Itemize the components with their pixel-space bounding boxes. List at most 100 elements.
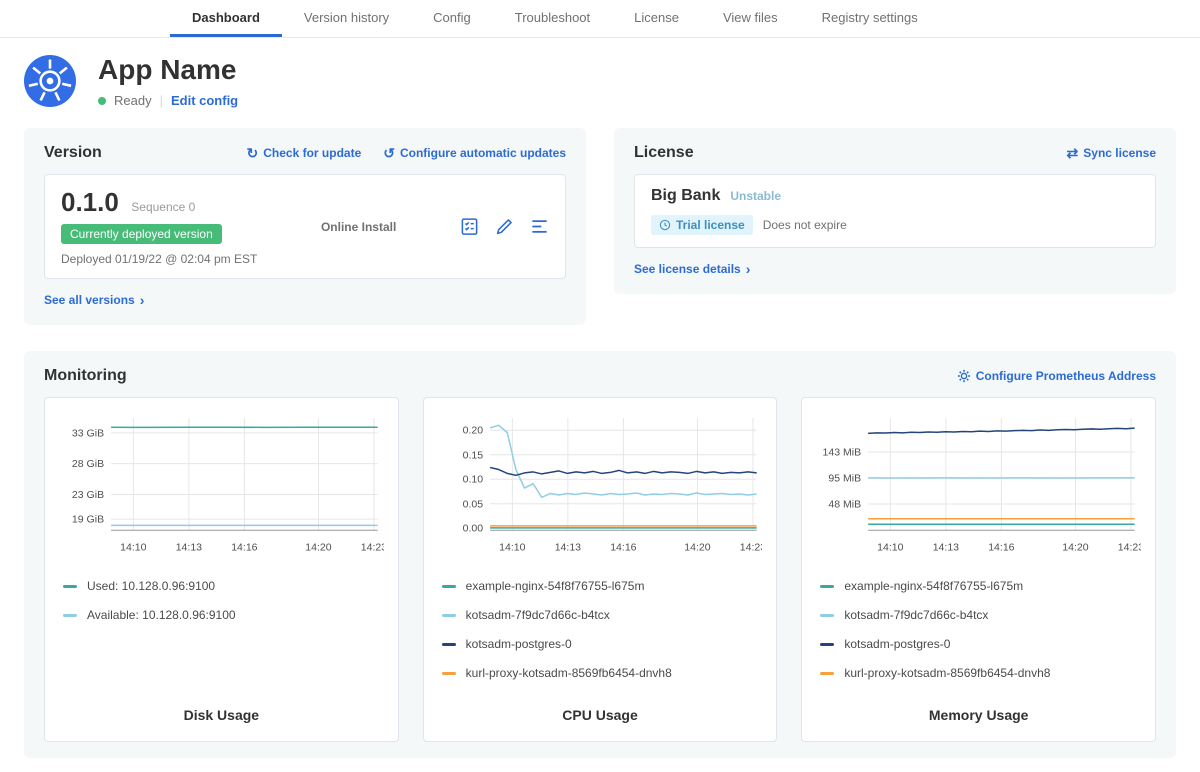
legend-label: example-nginx-54f8f76755-l675m: [844, 579, 1023, 593]
refresh-icon: ↻: [247, 146, 259, 160]
version-number: 0.1.0: [61, 187, 119, 217]
svg-text:19 GiB: 19 GiB: [72, 514, 104, 526]
legend-swatch-icon: [820, 614, 834, 617]
svg-text:0.15: 0.15: [462, 449, 483, 461]
svg-text:14:23: 14:23: [739, 541, 762, 553]
see-all-versions-link[interactable]: See all versions ›: [44, 293, 144, 307]
configure-automatic-updates-link[interactable]: ↺ Configure automatic updates: [383, 146, 566, 160]
clock-icon: [659, 219, 671, 231]
app-title: App Name: [98, 54, 238, 86]
cpu-usage-legend: example-nginx-54f8f76755-l675m kotsadm-7f…: [438, 564, 763, 695]
see-license-details-link[interactable]: See license details ›: [634, 262, 750, 276]
legend-item: example-nginx-54f8f76755-l675m: [820, 579, 1137, 593]
legend-label: kotsadm-postgres-0: [466, 637, 572, 651]
license-expiry: Does not expire: [763, 218, 847, 232]
svg-text:33 GiB: 33 GiB: [72, 427, 104, 439]
chart-title: CPU Usage: [438, 695, 763, 729]
version-panel-title: Version: [44, 144, 102, 162]
app-status-row: Ready | Edit config: [98, 93, 238, 108]
install-type-label: Online Install: [321, 220, 396, 234]
version-panel: Version ↻ Check for update ↺ Configure a…: [24, 128, 586, 325]
chevron-right-icon: ›: [746, 262, 751, 276]
tab-view-files[interactable]: View files: [701, 10, 800, 37]
svg-text:14:13: 14:13: [554, 541, 580, 553]
edit-config-icon[interactable]: [495, 217, 514, 236]
chart-card-memory: 14:1014:1314:1614:2014:2348 MiB95 MiB143…: [801, 397, 1156, 742]
memory-usage-chart: 14:1014:1314:1614:2014:2348 MiB95 MiB143…: [816, 410, 1141, 560]
trial-license-badge: Trial license: [651, 215, 753, 235]
svg-text:14:20: 14:20: [1063, 541, 1089, 553]
svg-text:95 MiB: 95 MiB: [829, 473, 862, 485]
svg-text:28 GiB: 28 GiB: [72, 458, 104, 470]
chart-card-cpu: 14:1014:1314:1614:2014:230.000.050.100.1…: [423, 397, 778, 742]
legend-swatch-icon: [820, 643, 834, 646]
memory-usage-legend: example-nginx-54f8f76755-l675m kotsadm-7f…: [816, 564, 1141, 695]
legend-label: Available: 10.128.0.96:9100: [87, 608, 236, 622]
disk-usage-legend: Used: 10.128.0.96:9100 Available: 10.128.…: [59, 564, 384, 637]
legend-swatch-icon: [820, 585, 834, 588]
legend-swatch-icon: [442, 585, 456, 588]
svg-text:14:10: 14:10: [499, 541, 525, 553]
svg-text:14:16: 14:16: [610, 541, 636, 553]
svg-text:0.00: 0.00: [462, 523, 483, 535]
svg-text:0.10: 0.10: [462, 474, 483, 486]
license-card: Big Bank Unstable Trial license Does not…: [634, 174, 1156, 248]
edit-config-link[interactable]: Edit config: [171, 93, 238, 108]
svg-text:14:13: 14:13: [176, 541, 202, 553]
cpu-usage-chart: 14:1014:1314:1614:2014:230.000.050.100.1…: [438, 410, 763, 560]
svg-text:14:13: 14:13: [933, 541, 959, 553]
legend-item: kurl-proxy-kotsadm-8569fb6454-dnvh8: [442, 666, 759, 680]
sync-icon: ⇄: [1067, 146, 1079, 160]
legend-label: Used: 10.128.0.96:9100: [87, 579, 215, 593]
chart-title: Memory Usage: [816, 695, 1141, 729]
tab-registry-settings[interactable]: Registry settings: [800, 10, 940, 37]
svg-text:48 MiB: 48 MiB: [829, 498, 862, 510]
tab-config[interactable]: Config: [411, 10, 493, 37]
svg-text:14:23: 14:23: [361, 541, 384, 553]
tab-dashboard[interactable]: Dashboard: [170, 10, 282, 37]
legend-item: example-nginx-54f8f76755-l675m: [442, 579, 759, 593]
current-version-card: 0.1.0 Sequence 0 Currently deployed vers…: [44, 174, 566, 279]
customer-name: Big Bank: [651, 187, 720, 205]
legend-swatch-icon: [442, 614, 456, 617]
legend-label: kotsadm-7f9dc7d66c-b4tcx: [844, 608, 988, 622]
legend-item: kotsadm-7f9dc7d66c-b4tcx: [820, 608, 1137, 622]
deploy-logs-icon[interactable]: [530, 217, 549, 236]
legend-item: kotsadm-7f9dc7d66c-b4tcx: [442, 608, 759, 622]
legend-item: Used: 10.128.0.96:9100: [63, 579, 380, 593]
chart-title: Disk Usage: [59, 695, 384, 729]
configure-prometheus-link[interactable]: Configure Prometheus Address: [957, 369, 1156, 383]
channel-label: Unstable: [730, 189, 781, 203]
version-info: 0.1.0 Sequence 0 Currently deployed vers…: [61, 187, 257, 266]
svg-text:14:23: 14:23: [1118, 541, 1141, 553]
tab-troubleshoot[interactable]: Troubleshoot: [493, 10, 612, 37]
sync-license-link[interactable]: ⇄ Sync license: [1067, 146, 1156, 160]
chevron-right-icon: ›: [140, 293, 145, 307]
legend-label: example-nginx-54f8f76755-l675m: [466, 579, 645, 593]
license-panel-title: License: [634, 144, 694, 162]
legend-item: kotsadm-postgres-0: [442, 637, 759, 651]
legend-label: kurl-proxy-kotsadm-8569fb6454-dnvh8: [844, 666, 1050, 680]
svg-text:14:20: 14:20: [305, 541, 331, 553]
disk-usage-chart: 14:1014:1314:1614:2014:2319 GiB23 GiB28 …: [59, 410, 384, 560]
legend-item: Available: 10.128.0.96:9100: [63, 608, 380, 622]
monitoring-panel: Monitoring Configure Prometheus Address …: [24, 351, 1176, 758]
legend-swatch-icon: [442, 643, 456, 646]
app-status: Ready: [114, 93, 152, 108]
status-dot-icon: [98, 97, 106, 105]
version-sequence: Sequence 0: [131, 200, 195, 214]
legend-item: kurl-proxy-kotsadm-8569fb6454-dnvh8: [820, 666, 1137, 680]
deployed-timestamp: Deployed 01/19/22 @ 02:04 pm EST: [61, 252, 257, 266]
svg-text:0.05: 0.05: [462, 498, 483, 510]
legend-swatch-icon: [63, 585, 77, 588]
release-notes-icon[interactable]: [460, 217, 479, 236]
legend-label: kotsadm-7f9dc7d66c-b4tcx: [466, 608, 610, 622]
legend-label: kotsadm-postgres-0: [844, 637, 950, 651]
check-for-update-link[interactable]: ↻ Check for update: [247, 146, 362, 160]
license-panel: License ⇄ Sync license Big Bank Unstable: [614, 128, 1176, 294]
tab-license[interactable]: License: [612, 10, 701, 37]
svg-text:14:16: 14:16: [231, 541, 257, 553]
tab-version-history[interactable]: Version history: [282, 10, 411, 37]
svg-text:0.20: 0.20: [462, 425, 483, 437]
deployed-version-badge: Currently deployed version: [61, 224, 222, 244]
